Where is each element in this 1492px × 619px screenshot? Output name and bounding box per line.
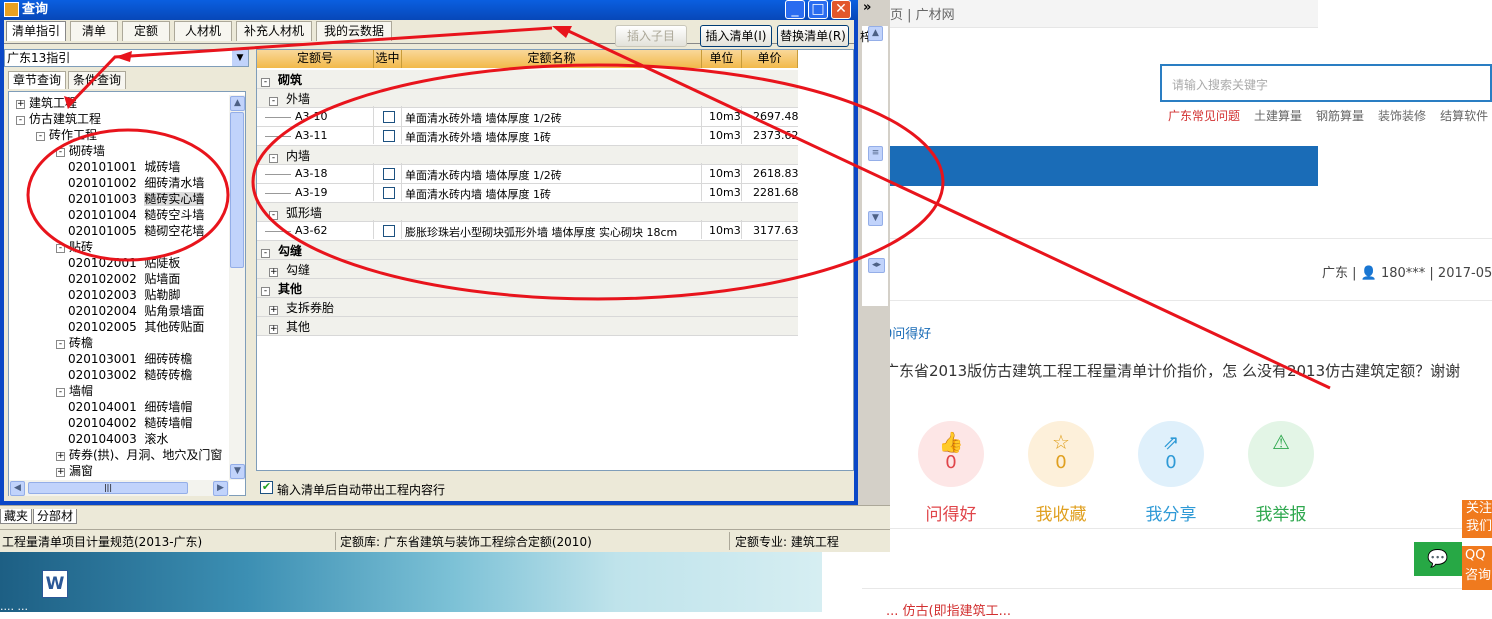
annotation-arrow-path [68, 26, 553, 106]
red-annotation-overlay [26, 26, 1331, 390]
annotation-arrowhead [552, 26, 572, 38]
annotation-long-arrow [561, 26, 1331, 390]
annotation-ellipse-tree [26, 128, 230, 262]
annotation-arrowhead [115, 51, 132, 62]
annotation-ellipse-grid [251, 63, 945, 301]
